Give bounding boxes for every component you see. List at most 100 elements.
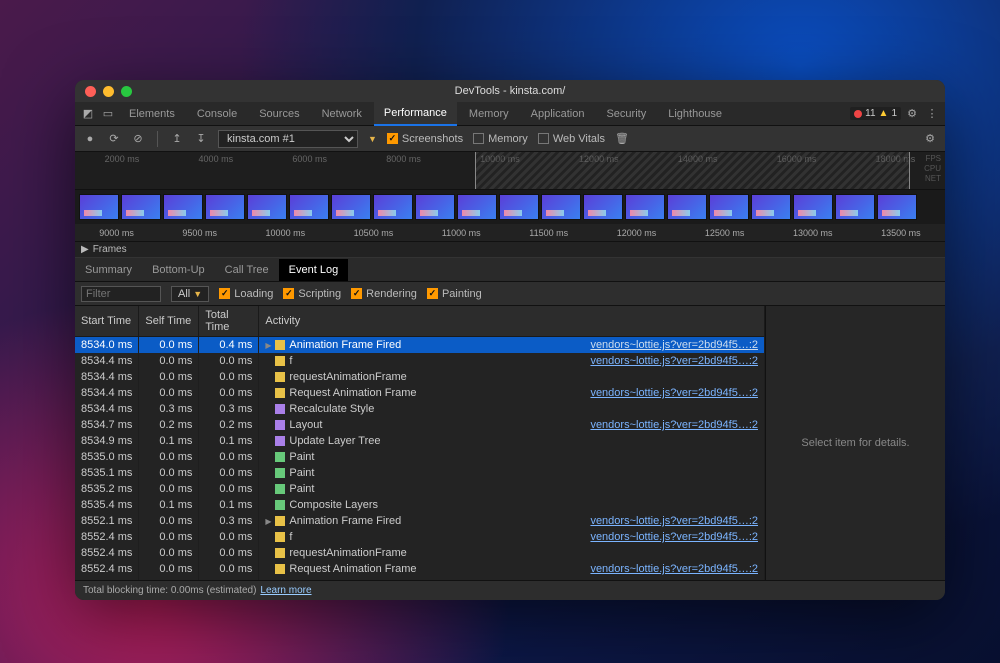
event-row[interactable]: 8552.4 ms0.0 ms0.0 msRequest Animation F… [75,561,765,577]
filmstrip-thumb[interactable] [793,194,833,220]
source-link[interactable]: vendors~lottie.js?ver=2bd94f5…:2 [590,515,758,527]
overview-track[interactable]: 2000 ms4000 ms6000 ms8000 ms10000 ms1200… [75,152,945,190]
event-row[interactable]: 8534.4 ms0.0 ms0.0 msrequestAnimationFra… [75,369,765,385]
filmstrip-thumb[interactable] [541,194,581,220]
webvitals-checkbox[interactable]: Web Vitals [538,133,605,145]
event-log-table[interactable]: Start TimeSelf TimeTotal TimeActivity 85… [75,306,765,580]
event-row[interactable]: 8535.0 ms0.0 ms0.0 msPaint [75,449,765,465]
details-panel: Select item for details. [765,306,945,580]
filmstrip-thumb[interactable] [121,194,161,220]
close-icon[interactable] [85,86,96,97]
filmstrip-thumb[interactable] [205,194,245,220]
duration-select[interactable]: All ▼ [171,286,209,302]
upload-icon[interactable]: ↥ [170,132,184,145]
filmstrip-thumb[interactable] [79,194,119,220]
painting-checkbox[interactable]: ✓Painting [427,288,482,300]
perf-toolbar: ● ⟳ ⊘ ↥ ↧ kinsta.com #1 ▼ ✓Screenshots M… [75,126,945,152]
trash-icon[interactable]: 🗑 [615,132,629,145]
filmstrip-thumb[interactable] [289,194,329,220]
tab-lighthouse[interactable]: Lighthouse [658,103,732,125]
event-row[interactable]: 8552.4 ms0.0 ms0.0 msrequestAnimationFra… [75,545,765,561]
zoom-icon[interactable] [121,86,132,97]
tab-application[interactable]: Application [521,103,595,125]
rendering-checkbox[interactable]: ✓Rendering [351,288,417,300]
filmstrip-thumb[interactable] [247,194,287,220]
col-header[interactable]: Start Time [75,306,139,337]
event-row[interactable]: 8534.4 ms0.0 ms0.0 msfvendors~lottie.js?… [75,353,765,369]
download-icon[interactable]: ↧ [194,132,208,145]
col-header[interactable]: Total Time [199,306,259,337]
expand-icon[interactable]: ▶ [265,341,275,350]
source-link[interactable]: vendors~lottie.js?ver=2bd94f5…:2 [590,355,758,367]
main-tabs: ◩ ▭ ElementsConsoleSourcesNetworkPerform… [75,102,945,126]
learn-more-link[interactable]: Learn more [260,585,311,596]
source-link[interactable]: vendors~lottie.js?ver=2bd94f5…:2 [590,387,758,399]
filmstrip-thumb[interactable] [877,194,917,220]
minimize-icon[interactable] [103,86,114,97]
col-header[interactable]: Activity [259,306,765,337]
filmstrip[interactable] [75,190,945,224]
col-header[interactable]: Self Time [139,306,199,337]
filmstrip-thumb[interactable] [709,194,749,220]
event-row[interactable]: 8534.4 ms0.0 ms0.0 msRequest Animation F… [75,385,765,401]
overview-selection[interactable] [475,152,910,189]
event-row[interactable]: 8534.4 ms0.3 ms0.3 msRecalculate Style [75,401,765,417]
subtab-summary[interactable]: Summary [75,259,142,281]
filmstrip-thumb[interactable] [667,194,707,220]
frames-row[interactable]: ▶ Frames [75,242,945,258]
memory-checkbox[interactable]: Memory [473,133,528,145]
filmstrip-thumb[interactable] [583,194,623,220]
source-link[interactable]: vendors~lottie.js?ver=2bd94f5…:2 [590,339,758,351]
filmstrip-thumb[interactable] [499,194,539,220]
filter-input[interactable] [81,286,161,302]
source-link[interactable]: vendors~lottie.js?ver=2bd94f5…:2 [590,419,758,431]
scripting-checkbox[interactable]: ✓Scripting [283,288,341,300]
filmstrip-thumb[interactable] [751,194,791,220]
event-row[interactable]: 8534.9 ms0.1 ms0.1 msUpdate Layer Tree [75,433,765,449]
subtab-call-tree[interactable]: Call Tree [215,259,279,281]
filmstrip-thumb[interactable] [163,194,203,220]
loading-checkbox[interactable]: ✓Loading [219,288,273,300]
event-row[interactable]: 8552.4 ms0.0 ms0.0 msfvendors~lottie.js?… [75,529,765,545]
event-row[interactable]: 8535.1 ms0.0 ms0.0 msPaint [75,465,765,481]
screenshots-checkbox[interactable]: ✓Screenshots [387,133,463,145]
event-row[interactable]: 8552.1 ms0.0 ms0.3 ms▶Animation Frame Fi… [75,513,765,529]
filmstrip-thumb[interactable] [625,194,665,220]
source-link[interactable]: vendors~lottie.js?ver=2bd94f5…:2 [590,563,758,575]
event-row[interactable]: 8535.2 ms0.0 ms0.0 msPaint [75,481,765,497]
profile-select[interactable]: kinsta.com #1 [218,130,358,148]
filmstrip-thumb[interactable] [373,194,413,220]
filmstrip-thumb[interactable] [457,194,497,220]
subtab-event-log[interactable]: Event Log [279,259,349,281]
event-row[interactable]: 8534.0 ms0.0 ms0.4 ms▶Animation Frame Fi… [75,337,765,354]
titlebar: DevTools - kinsta.com/ [75,80,945,102]
tab-network[interactable]: Network [312,103,372,125]
category-swatch-icon [275,564,285,574]
subtab-bottom-up[interactable]: Bottom-Up [142,259,215,281]
device-icon[interactable]: ▭ [99,105,117,123]
event-row[interactable]: 8535.4 ms0.1 ms0.1 msComposite Layers [75,497,765,513]
tab-elements[interactable]: Elements [119,103,185,125]
gear-icon[interactable]: ⚙ [903,105,921,123]
tab-performance[interactable]: Performance [374,102,457,126]
clear-icon[interactable]: ⊘ [131,132,145,145]
record-icon[interactable]: ● [83,133,97,145]
filmstrip-thumb[interactable] [415,194,455,220]
tab-console[interactable]: Console [187,103,247,125]
gear-icon[interactable]: ⚙ [923,132,937,145]
source-link[interactable]: vendors~lottie.js?ver=2bd94f5…:2 [590,531,758,543]
inspect-icon[interactable]: ◩ [79,105,97,123]
category-swatch-icon [275,372,285,382]
tab-security[interactable]: Security [596,103,656,125]
more-icon[interactable]: ⋮ [923,105,941,123]
time-ruler[interactable]: 9000 ms9500 ms10000 ms10500 ms11000 ms11… [75,224,945,242]
error-badge[interactable]: 11 ▲ 1 [850,107,901,120]
filmstrip-thumb[interactable] [835,194,875,220]
reload-icon[interactable]: ⟳ [107,132,121,145]
tab-memory[interactable]: Memory [459,103,519,125]
filmstrip-thumb[interactable] [331,194,371,220]
expand-icon[interactable]: ▶ [265,517,275,526]
event-row[interactable]: 8534.7 ms0.2 ms0.2 msLayoutvendors~lotti… [75,417,765,433]
category-swatch-icon [275,340,285,350]
tab-sources[interactable]: Sources [249,103,309,125]
